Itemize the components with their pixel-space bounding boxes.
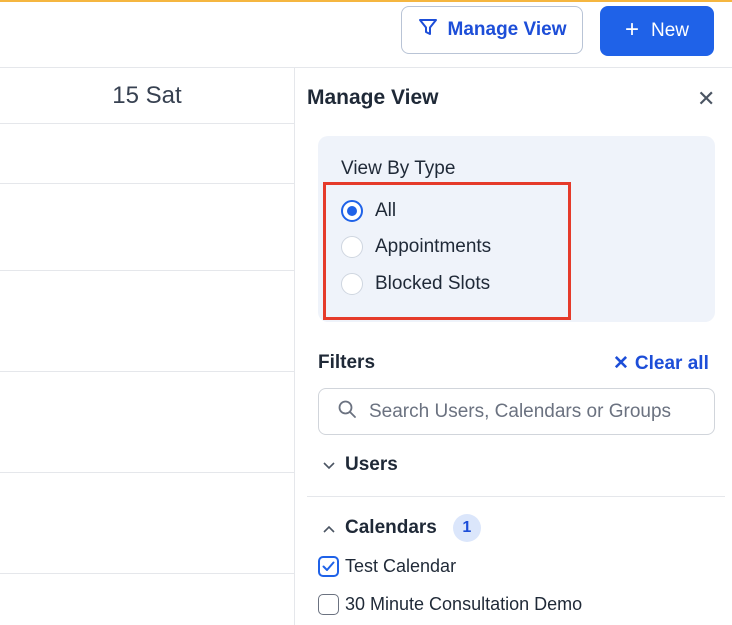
radio-button[interactable]	[341, 273, 363, 295]
radio-option-appointments[interactable]: Appointments	[341, 236, 491, 258]
top-accent-line	[0, 0, 732, 2]
manage-view-panel: Manage View ✕ View By Type All Appointme…	[294, 67, 732, 625]
radio-option-all[interactable]: All	[341, 200, 396, 222]
radio-option-blocked-slots[interactable]: Blocked Slots	[341, 273, 490, 295]
search-box[interactable]	[318, 388, 715, 435]
day-header: 15 Sat	[112, 81, 182, 109]
chevron-up-icon	[323, 520, 335, 536]
grid-line	[0, 573, 294, 574]
radio-label: Blocked Slots	[375, 273, 491, 294]
users-label: Users	[345, 454, 398, 475]
radio-label: All	[375, 200, 397, 221]
grid-line	[0, 371, 294, 372]
checkbox-checked[interactable]	[318, 556, 339, 577]
close-icon[interactable]: ✕	[697, 86, 715, 112]
divider	[307, 496, 725, 497]
radio-button[interactable]	[341, 200, 363, 222]
manage-view-label: Manage View	[447, 19, 567, 40]
grid-line	[0, 270, 294, 271]
calendar-option-label: Test Calendar	[345, 556, 457, 576]
count-badge: 1	[452, 514, 481, 542]
view-by-type-label: View By Type	[341, 158, 456, 179]
view-by-type-box: View By Type All Appointments Blocked Sl…	[318, 136, 715, 322]
radio-button[interactable]	[341, 236, 363, 258]
panel-title: Manage View	[307, 86, 439, 109]
calendars-label: Calendars	[345, 517, 437, 538]
close-icon: ✕	[613, 353, 629, 374]
grid-line	[0, 123, 294, 124]
new-button[interactable]: + New	[600, 6, 714, 56]
new-label: New	[651, 20, 690, 41]
calendar-option-test-calendar[interactable]: Test Calendar	[318, 556, 456, 577]
clear-all-label: Clear all	[634, 352, 709, 374]
calendar-option-label: 30 Minute Consultation Demo	[345, 594, 583, 614]
grid-line	[0, 472, 294, 473]
search-input[interactable]	[367, 399, 711, 424]
filter-icon	[418, 17, 438, 43]
checkbox[interactable]	[318, 594, 339, 615]
search-icon	[337, 399, 357, 424]
chevron-down-icon	[323, 457, 335, 473]
manage-view-button[interactable]: Manage View	[401, 6, 583, 54]
clear-all-button[interactable]: ✕ Clear all	[613, 352, 709, 375]
plus-icon: +	[624, 16, 639, 43]
calendars-section-toggle[interactable]: Calendars 1	[323, 514, 481, 542]
calendar-grid: 15 Sat	[0, 67, 294, 625]
calendar-option-30-minute-consultation-demo[interactable]: 30 Minute Consultation Demo	[318, 594, 582, 615]
users-section-toggle[interactable]: Users	[323, 454, 398, 476]
filters-label: Filters	[318, 352, 376, 373]
grid-line	[0, 183, 294, 184]
radio-label: Appointments	[375, 236, 492, 257]
